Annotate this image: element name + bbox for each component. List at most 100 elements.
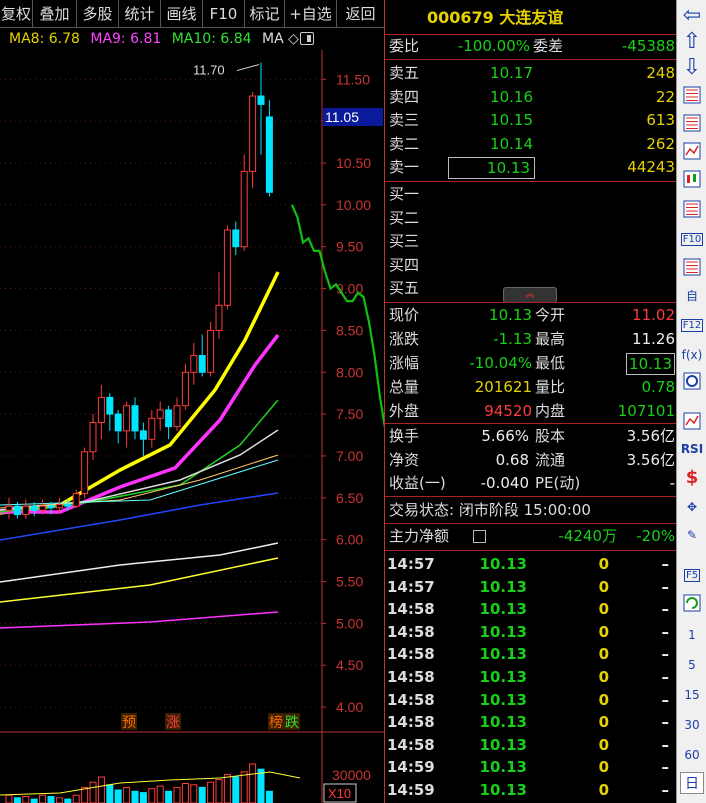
ma-toggle[interactable]: MA ◇ <box>262 31 299 47</box>
tick-row: 14:59 10.13 0 – <box>385 779 677 802</box>
toolbar-fuquan-button[interactable]: 复权 <box>0 0 33 28</box>
event-marker[interactable]: 跌 <box>285 715 299 731</box>
candle-body <box>156 409 164 419</box>
ask-row[interactable]: 卖五 10.17 248 <box>385 62 677 85</box>
tick-volume: 0 <box>598 622 609 641</box>
left-arrow-icon[interactable]: ⇦ <box>680 3 704 28</box>
ma8-label: MA8: 6.78 <box>9 31 80 47</box>
up-arrow-icon[interactable]: ⇧ <box>680 29 704 54</box>
fundamental-row: 收益(一) -0.040 PE(动) - <box>385 472 677 495</box>
volume-bar <box>223 773 231 803</box>
tick-direction: – <box>661 577 670 596</box>
event-marker[interactable]: 榜 <box>269 714 283 731</box>
ask-row[interactable]: 卖三 10.15 613 <box>385 109 677 132</box>
ask-row[interactable]: 卖一 10.13 44243 <box>385 156 677 179</box>
f10-icon[interactable]: F10 <box>680 228 704 250</box>
tick-time: 14:58 <box>387 668 435 686</box>
ma10-label: MA10: 6.84 <box>171 31 252 47</box>
toolbar-stats-button[interactable]: 统计 <box>119 0 161 28</box>
period-5-button[interactable]: 5 <box>680 654 704 676</box>
volume-bar <box>64 798 72 803</box>
main-flow-row: 主力净额 -4240万 -20% <box>385 525 677 548</box>
down-arrow-icon[interactable]: ⇩ <box>680 55 704 80</box>
toolbar-f10-button[interactable]: F10 <box>203 0 245 28</box>
volume-tick-label: 30000 <box>332 767 371 783</box>
ring-icon[interactable] <box>680 370 704 392</box>
chart-settings-icon[interactable] <box>680 84 704 106</box>
bid-row[interactable]: 买三 <box>385 230 677 253</box>
candle-body <box>64 504 72 507</box>
period-60-button[interactable]: 60 <box>680 744 704 766</box>
f12-icon[interactable]: F12 <box>680 314 704 336</box>
toolbar-mark-button[interactable]: 标记 <box>245 0 285 28</box>
tick-row: 14:58 10.13 0 – <box>385 621 677 644</box>
tick-price: 10.13 <box>479 622 527 641</box>
event-marker[interactable]: 涨 <box>166 715 180 731</box>
tick-time: 14:59 <box>387 781 435 799</box>
refresh-icon[interactable] <box>680 592 704 614</box>
list-window-icon[interactable] <box>680 198 704 220</box>
bid-label: 买五 <box>389 279 420 297</box>
volume-bar <box>13 797 21 803</box>
fund-value: 0.68 <box>495 450 529 469</box>
volume-bar <box>89 781 97 803</box>
period-day-button[interactable]: 日 <box>680 772 704 794</box>
candle-body <box>72 493 80 507</box>
main-flow-list-icon[interactable] <box>473 530 486 543</box>
bid-row[interactable]: 买四 <box>385 254 677 277</box>
tick-price: 10.13 <box>479 735 527 754</box>
pencil-icon[interactable]: ✎ <box>680 524 704 546</box>
volume-bar <box>249 763 257 803</box>
toolbar-overlay-button[interactable]: 叠加 <box>33 0 77 28</box>
line-chart-icon[interactable] <box>680 140 704 162</box>
toolbar-back-button[interactable]: 返回 <box>337 0 384 28</box>
bid-label: 买二 <box>389 208 420 227</box>
stat-label: 量比 <box>535 378 566 396</box>
stat-label: 涨幅 <box>389 354 420 372</box>
ask-row[interactable]: 卖二 10.14 262 <box>385 133 677 156</box>
grid-report-icon[interactable] <box>680 112 704 134</box>
quote-stat-row: 总量 201621 量比 0.78 <box>385 376 677 399</box>
f5-icon[interactable]: F5 <box>680 564 704 586</box>
toolbar-add-watchlist-button[interactable]: +自选 <box>285 0 337 28</box>
tick-time: 14:58 <box>387 622 435 641</box>
candle-body <box>123 405 131 432</box>
chart-window-toggle-icon[interactable] <box>300 32 314 45</box>
period-1-button[interactable]: 1 <box>680 624 704 646</box>
tick-row: 14:57 10.13 0 – <box>385 576 677 599</box>
candle-body <box>190 355 198 373</box>
fund-value: -0.040 <box>480 474 529 492</box>
bid-row[interactable]: 买二 <box>385 207 677 230</box>
bid-row[interactable]: 买五 <box>385 277 677 300</box>
quote-stat-row: 涨幅 -10.04% 最低 10.13 <box>385 352 677 375</box>
toolbar-multi-stock-button[interactable]: 多股 <box>77 0 119 28</box>
rsi-icon[interactable]: RSI <box>680 438 704 460</box>
dollar-icon[interactable]: $ <box>680 466 704 488</box>
self-select-icon[interactable]: 自 <box>680 284 704 306</box>
period-15-button[interactable]: 15 <box>680 684 704 706</box>
candle-body <box>232 229 240 248</box>
stat-value: 201621 <box>474 378 532 396</box>
volume-bar <box>173 786 181 803</box>
bid-row[interactable]: 买一 <box>385 183 677 206</box>
ask-label: 卖四 <box>389 87 420 106</box>
event-marker[interactable]: 预 <box>122 715 136 731</box>
candle-body <box>265 116 273 193</box>
info-page-icon[interactable] <box>680 256 704 278</box>
fundamental-row: 换手 5.66% 股本 3.56亿 <box>385 425 677 448</box>
ask-volume: 262 <box>646 134 675 153</box>
tick-volume: 0 <box>598 781 609 799</box>
ask-row[interactable]: 卖四 10.16 22 <box>385 86 677 109</box>
wave-icon[interactable] <box>680 410 704 432</box>
move-icon[interactable]: ✥ <box>680 496 704 518</box>
volume-bar <box>139 792 147 803</box>
tick-direction: – <box>661 735 670 754</box>
quote-stat-row: 外盘 94520 内盘 107101 <box>385 400 677 423</box>
formula-icon[interactable]: f(x) <box>680 344 704 366</box>
price-tick-label: 5.50 <box>336 574 363 590</box>
toolbar-draw-line-button[interactable]: 画线 <box>161 0 203 28</box>
volume-bar <box>156 785 164 803</box>
period-30-button[interactable]: 30 <box>680 714 704 736</box>
candle-chart-icon[interactable] <box>680 168 704 190</box>
kline-chart[interactable]: 11.5011.0010.5010.009.509.008.508.007.50… <box>0 50 384 803</box>
